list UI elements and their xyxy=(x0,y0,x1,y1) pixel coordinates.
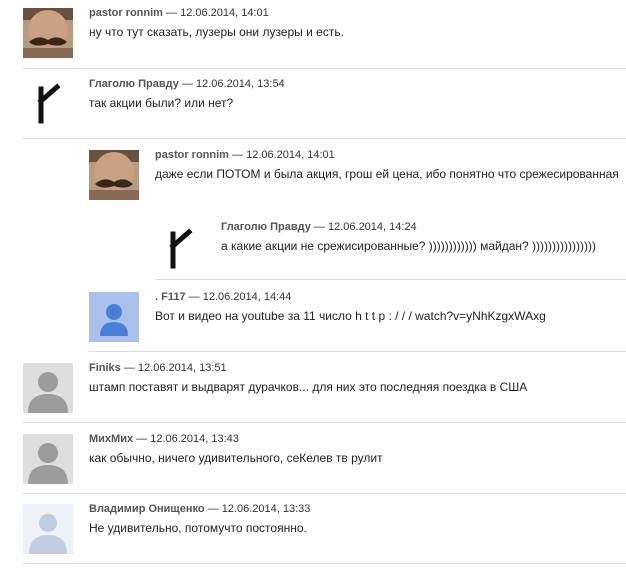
rune-avatar[interactable] xyxy=(155,222,205,272)
rune-avatar[interactable] xyxy=(23,79,73,129)
comment-date: 12.06.2014, 13:33 xyxy=(221,503,311,515)
meta-separator: — xyxy=(188,291,200,303)
comment-date: 12.06.2014, 13:51 xyxy=(137,362,227,374)
comment-divider xyxy=(89,351,626,352)
comment-text: Не удивительно, потомучто постоянно. xyxy=(89,521,307,535)
default-gray-avatar[interactable] xyxy=(23,434,73,484)
comment-divider xyxy=(23,493,626,494)
comment-date: 12.06.2014, 14:01 xyxy=(180,7,269,19)
comment-author[interactable]: Finiks xyxy=(89,362,121,374)
comment: Глаголю Правду — 12.06.2014, 14:24 а как… xyxy=(155,221,626,280)
default-blue-avatar[interactable] xyxy=(89,292,139,342)
comment-meta: МихМих — 12.06.2014, 13:43 xyxy=(89,433,239,445)
comment-author[interactable]: . F117 xyxy=(155,291,186,303)
comment-meta: Глаголю Правду — 12.06.2014, 13:54 xyxy=(89,78,285,90)
comment-text: как обычно, ничего удивительного, сеКеле… xyxy=(89,451,383,465)
comment: pastor ronnim — 12.06.2014, 14:01 даже е… xyxy=(89,149,626,209)
meta-separator: — xyxy=(313,221,325,233)
meta-separator: — xyxy=(136,433,148,445)
comment: pastor ronnim — 12.06.2014, 14:01 ну что… xyxy=(23,7,626,69)
comment: Finiks — 12.06.2014, 13:51 штамп поставя… xyxy=(23,362,626,423)
comment-meta: pastor ronnim — 12.06.2014, 14:01 xyxy=(89,7,269,19)
comment-author[interactable]: pastor ronnim xyxy=(89,7,163,19)
comment-meta: Глаголю Правду — 12.06.2014, 14:24 xyxy=(221,221,417,233)
comment: Глаголю Правду — 12.06.2014, 13:54 так а… xyxy=(23,78,626,139)
meta-separator: — xyxy=(166,7,178,19)
comment-text: так акции были? или нет? xyxy=(89,96,234,110)
comment-meta: Владимир Онищенко — 12.06.2014, 13:33 xyxy=(89,503,310,515)
comment: . F117 — 12.06.2014, 14:44 Вот и видео н… xyxy=(89,291,626,352)
comment-meta: . F117 — 12.06.2014, 14:44 xyxy=(155,291,291,303)
comment: Владимир Онищенко — 12.06.2014, 13:33 Не… xyxy=(23,503,626,564)
comment-author[interactable]: pastor ronnim xyxy=(155,149,229,161)
comment-divider xyxy=(23,68,626,69)
comment-author[interactable]: Владимир Онищенко xyxy=(89,503,205,515)
meta-separator: — xyxy=(232,149,244,161)
comment-divider xyxy=(23,422,626,423)
comment-divider xyxy=(23,563,626,564)
mustache-avatar[interactable] xyxy=(89,150,139,200)
comment-text: штамп поставят и выдварят дурачков... дл… xyxy=(89,380,528,394)
mustache-avatar[interactable] xyxy=(23,8,73,58)
comment-date: 12.06.2014, 14:24 xyxy=(327,221,417,233)
comment-author[interactable]: Глаголю Правду xyxy=(89,78,179,90)
comment: МихМих — 12.06.2014, 13:43 как обычно, н… xyxy=(23,433,626,494)
comment-author[interactable]: Глаголю Правду xyxy=(221,221,311,233)
meta-separator: — xyxy=(207,503,219,515)
comment-meta: pastor ronnim — 12.06.2014, 14:01 xyxy=(155,149,335,161)
comment-date: 12.06.2014, 14:44 xyxy=(202,291,292,303)
default-profile-avatar[interactable] xyxy=(23,504,73,554)
default-gray-avatar[interactable] xyxy=(23,363,73,413)
comment-text: а какие акции не срежисированные? ))))))… xyxy=(221,239,596,253)
comment-divider xyxy=(23,138,626,139)
comment-text: даже если ПОТОМ и была акция, грош ей це… xyxy=(155,167,619,181)
comment-author[interactable]: МихМих xyxy=(89,433,133,445)
comment-date: 12.06.2014, 13:43 xyxy=(150,433,239,445)
comment-divider xyxy=(155,279,626,280)
comment-date: 12.06.2014, 14:01 xyxy=(246,149,335,161)
comment-text: Вот и видео на youtube за 11 число h t t… xyxy=(155,309,546,323)
comment-text: ну что тут сказать, лузеры они лузеры и … xyxy=(89,25,344,39)
comment-meta: Finiks — 12.06.2014, 13:51 xyxy=(89,362,227,374)
comment-date: 12.06.2014, 13:54 xyxy=(195,78,285,90)
meta-separator: — xyxy=(181,78,193,90)
meta-separator: — xyxy=(123,362,135,374)
